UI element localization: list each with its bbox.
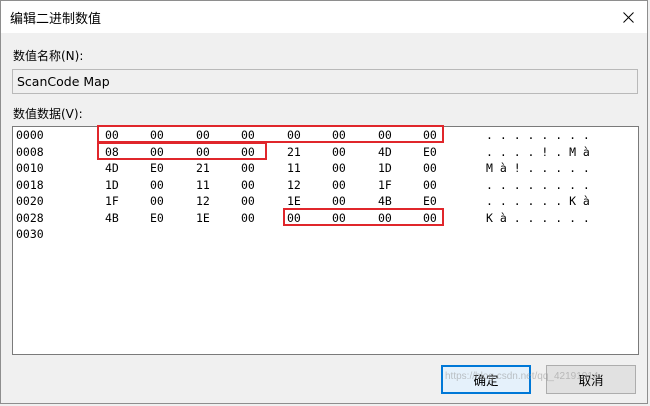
hex-byte[interactable]: 00 (332, 161, 356, 175)
hex-byte[interactable]: 21 (196, 161, 220, 175)
hex-row: 0010 4D E0 21 00 11 00 1D 00 M à ! . . . . . (13, 161, 638, 177)
hex-byte[interactable]: 00 (241, 178, 265, 192)
hex-address: 0008 (16, 144, 44, 159)
hex-byte[interactable]: 1E (196, 211, 220, 225)
hex-byte[interactable]: 00 (332, 211, 356, 225)
hex-byte[interactable]: 00 (378, 128, 402, 142)
hex-byte[interactable]: 12 (287, 178, 311, 192)
hex-byte[interactable]: 00 (241, 161, 265, 175)
value-data-label: 数值数据(V): (13, 107, 83, 121)
hex-ascii: . . . . . . . . (486, 177, 590, 192)
hex-address: 0000 (16, 128, 44, 142)
hex-byte[interactable]: 1F (378, 178, 402, 192)
hex-byte[interactable]: E0 (150, 211, 174, 225)
hex-row: 0028 4B E0 1E 00 00 00 00 00 K à . . . . . . (13, 211, 638, 227)
hex-row: 0030 (13, 227, 638, 243)
hex-byte[interactable]: 1D (378, 161, 402, 175)
hex-byte[interactable]: 00 (105, 128, 129, 142)
hex-ascii: M à ! . . . . . (486, 161, 590, 175)
hex-byte[interactable]: 11 (287, 161, 311, 175)
hex-ascii: K à . . . . . . (486, 210, 590, 225)
close-button[interactable] (613, 4, 643, 30)
title-bar: 编辑二进制数值 (1, 1, 647, 33)
hex-byte[interactable]: 1E (287, 194, 311, 208)
hex-address: 0010 (16, 161, 44, 175)
hex-byte[interactable]: 00 (332, 145, 356, 159)
hex-byte[interactable]: 00 (378, 211, 402, 225)
hex-byte[interactable]: E0 (423, 145, 447, 159)
hex-address: 0020 (16, 194, 44, 208)
hex-byte[interactable]: 00 (150, 194, 174, 208)
hex-byte[interactable]: 00 (332, 128, 356, 142)
edit-binary-dialog: 编辑二进制数值 数值名称(N): ScanCode Map 数值数据(V): 0… (0, 0, 648, 404)
hex-byte[interactable]: 00 (423, 161, 447, 175)
value-name-text: ScanCode Map (17, 74, 110, 89)
hex-byte[interactable]: 00 (196, 145, 220, 159)
hex-byte[interactable]: 1F (105, 194, 129, 208)
hex-byte[interactable]: 12 (196, 194, 220, 208)
hex-byte[interactable]: E0 (423, 194, 447, 208)
hex-byte[interactable]: 00 (241, 145, 265, 159)
value-name-label: 数值名称(N): (13, 49, 84, 63)
hex-byte[interactable]: 00 (150, 178, 174, 192)
hex-byte[interactable]: 1D (105, 178, 129, 192)
hex-address: 0018 (16, 177, 44, 192)
hex-byte[interactable]: 00 (423, 128, 447, 142)
hex-byte[interactable]: 4B (105, 211, 129, 225)
hex-byte[interactable]: 00 (287, 211, 311, 225)
hex-byte[interactable]: 00 (423, 178, 447, 192)
hex-byte[interactable]: 00 (332, 194, 356, 208)
hex-byte[interactable]: 11 (196, 178, 220, 192)
hex-byte[interactable]: 00 (241, 211, 265, 225)
hex-byte[interactable]: 4B (378, 194, 402, 208)
hex-byte[interactable]: 08 (105, 145, 129, 159)
hex-address: 0028 (16, 210, 44, 225)
value-data-hex-editor[interactable]: 0000 00 00 00 00 00 00 00 00. . . . . . . . 0008 0… (12, 125, 639, 355)
dialog-title: 编辑二进制数值 (10, 12, 102, 27)
hex-byte[interactable]: 00 (150, 145, 174, 159)
value-name-field[interactable]: ScanCode Map (12, 69, 638, 94)
hex-byte[interactable]: 00 (423, 211, 447, 225)
hex-byte[interactable]: 00 (332, 178, 356, 192)
hex-byte[interactable]: 21 (287, 145, 311, 159)
hex-byte[interactable]: 4D (378, 145, 402, 159)
hex-ascii: . . . . . . . . (486, 128, 590, 142)
watermark: https://blog.csdn.net/qq_42191914 (445, 371, 599, 382)
hex-row: 0008 08 00 00 00 21 00 4D E0 . . . . ! . M à (13, 145, 638, 161)
hex-byte[interactable]: 00 (241, 194, 265, 208)
hex-byte[interactable]: 4D (105, 161, 129, 175)
hex-byte[interactable]: 00 (150, 128, 174, 142)
hex-byte[interactable]: 00 (287, 128, 311, 142)
hex-byte[interactable]: 00 (196, 128, 220, 142)
hex-ascii: . . . . ! . M à (486, 144, 590, 159)
hex-row: 0020 1F 00 12 00 1E 00 4B E0 . . . . . . K à (13, 194, 638, 210)
hex-byte[interactable]: 00 (241, 128, 265, 142)
hex-address: 0030 (16, 227, 44, 241)
hex-byte[interactable]: E0 (150, 161, 174, 175)
hex-row: 0000 00 00 00 00 00 00 00 00. . . . . . . . (13, 128, 638, 144)
hex-ascii: . . . . . . K à (486, 194, 590, 208)
close-icon (622, 11, 634, 23)
hex-row: 0018 1D 00 11 00 12 00 1F 00 . . . . . . . . (13, 178, 638, 194)
